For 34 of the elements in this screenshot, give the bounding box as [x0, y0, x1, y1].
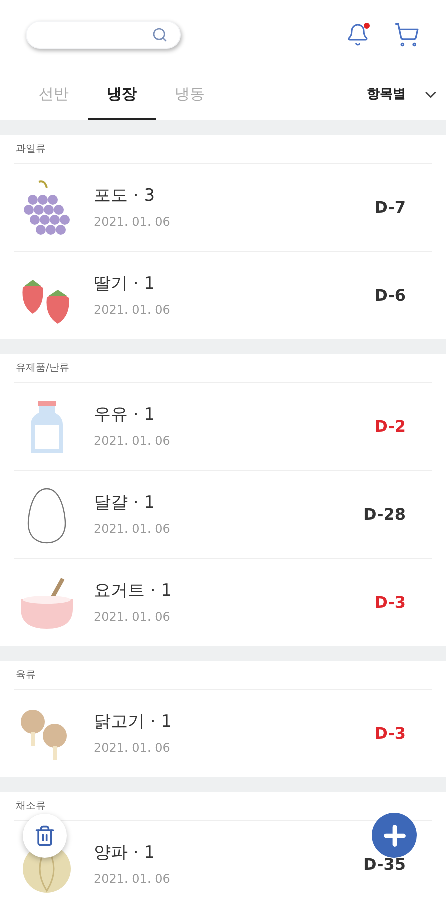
search-icon — [152, 27, 168, 43]
item-date: 2021. 01. 06 — [94, 214, 170, 232]
search-field[interactable] — [26, 21, 181, 49]
category-label: 과일류 — [15, 143, 47, 157]
item-name: 닭고기 · 1 — [94, 710, 172, 734]
item-name: 포도 · 3 — [94, 184, 156, 208]
bell-icon — [346, 23, 370, 47]
days-left: D-28 — [364, 504, 406, 526]
notification-button[interactable] — [346, 23, 370, 47]
item-name: 양파 · 1 — [94, 842, 156, 865]
delete-button[interactable] — [23, 814, 67, 858]
days-left: D-2 — [374, 416, 406, 438]
item-name: 딸기 · 1 — [94, 272, 156, 296]
category-label: 채소류 — [15, 800, 47, 814]
trash-icon — [34, 825, 56, 847]
days-left: D-3 — [374, 722, 406, 744]
item-date: 2021. 01. 06 — [94, 871, 170, 888]
item-name: 우유 · 1 — [94, 404, 156, 427]
days-left: D-3 — [374, 592, 406, 614]
item-date: 2021. 01. 06 — [94, 521, 170, 538]
item-date: 2021. 01. 06 — [94, 302, 170, 320]
sort-dropdown[interactable]: 항목별 — [367, 85, 440, 105]
item-date: 2021. 01. 06 — [94, 740, 170, 758]
category-label: 유제품/난류 — [15, 362, 70, 376]
item-date: 2021. 01. 06 — [94, 609, 170, 626]
item-date: 2021. 01. 06 — [94, 433, 170, 450]
item-name: 달걀 · 1 — [94, 492, 156, 515]
days-left: D-35 — [364, 854, 406, 876]
days-left: D-7 — [374, 196, 406, 218]
days-left: D-6 — [374, 284, 406, 306]
item-name: 요거트 · 1 — [94, 580, 172, 603]
category-label: 육류 — [15, 669, 37, 683]
add-button[interactable] — [372, 813, 417, 858]
cart-icon[interactable] — [394, 22, 420, 48]
